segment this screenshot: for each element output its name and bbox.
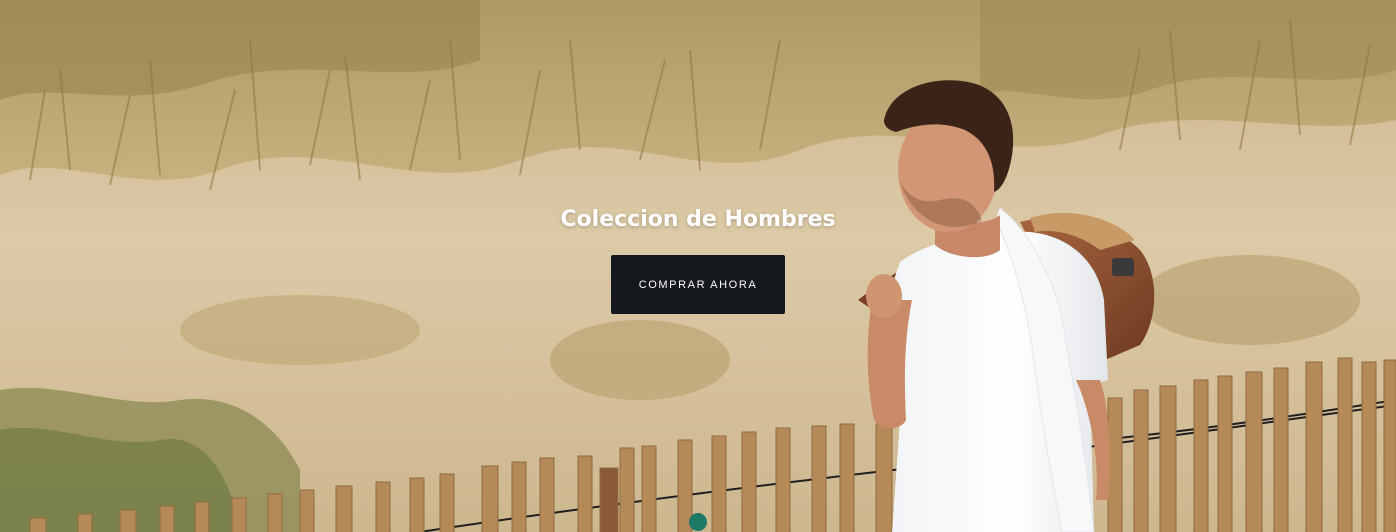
hero-banner: Coleccion de Hombres COMPRAR AHORA (0, 0, 1396, 532)
hero-title: Coleccion de Hombres (560, 207, 836, 232)
hero-content: Coleccion de Hombres COMPRAR AHORA (0, 200, 1396, 314)
shop-now-button[interactable]: COMPRAR AHORA (611, 255, 785, 314)
